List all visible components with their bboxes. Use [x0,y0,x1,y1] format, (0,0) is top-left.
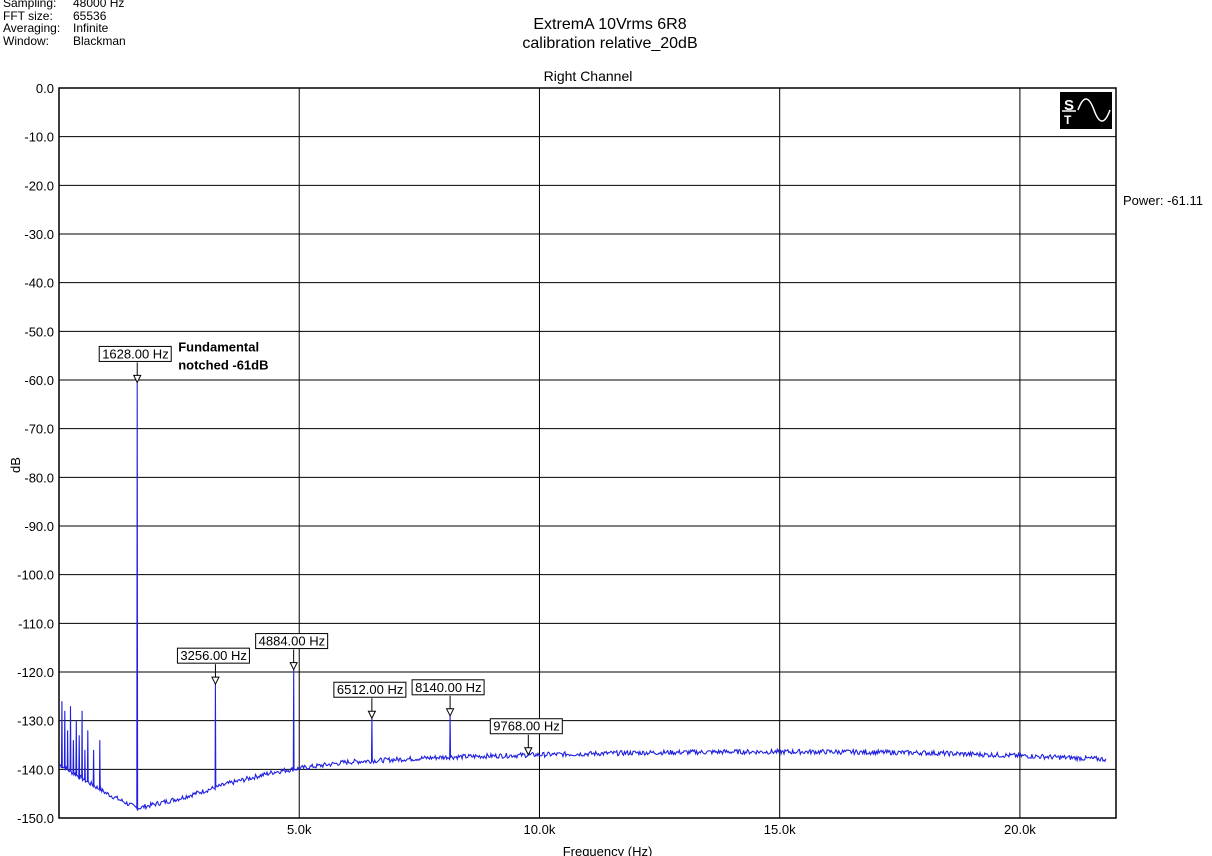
x-tick-labels: 5.0k 10.0k 15.0k 20.0k [287,822,1036,837]
marker-label: 4884.00 Hz [259,634,326,649]
x-axis-label: Frequency (Hz) [563,844,653,856]
marker-arrow [367,710,377,720]
peak-markers: 1628.00 Hz 3256.00 Hz 4884.00 Hz 6512.00 Hz… [98,345,563,756]
plot-frame [58,87,1117,819]
y-tick-label: -120.0 [17,665,54,680]
y-tick-label: -90.0 [24,519,54,534]
marker-label: 3256.00 Hz [180,648,247,663]
y-tick-label: -70.0 [24,422,54,437]
y-tick-label: -20.0 [24,178,54,193]
y-tick-label: -110.0 [18,616,54,631]
fundamental-annotation: Fundamental notched -61dB [178,339,268,372]
peak-marker: 1628.00 Hz [98,345,172,384]
y-tick-label: 0.0 [36,81,54,96]
peak-marker: 3256.00 Hz [176,647,250,686]
spectrum-line [59,382,1107,811]
marker-label: 8140.00 Hz [415,680,482,695]
marker-label: 9768.00 Hz [493,719,559,734]
x-tick-label: 20.0k [1004,822,1036,837]
y-tick-label: -40.0 [24,276,54,291]
marker-arrow [132,374,142,384]
peak-marker: 8140.00 Hz [411,679,485,717]
y-tick-label: -60.0 [24,373,54,388]
marker-arrow [289,662,298,671]
y-tick-label: -30.0 [24,227,54,242]
y-tick-labels: 0.0 -10.0 -20.0 -30.0 -40.0 -50.0 -60.0 -70.0 -8… [17,81,54,826]
y-tick-label: -50.0 [24,324,54,339]
x-tick-label: 15.0k [764,822,796,837]
peak-marker: 6512.00 Hz [333,681,407,720]
y-axis-label: dB [8,457,23,473]
annotation-line-2: notched -61dB [178,357,268,372]
grid-lines [58,87,1117,819]
y-tick-label: -100.0 [17,568,54,583]
marker-arrow [445,708,455,717]
x-tick-label: 10.0k [524,822,556,837]
marker-arrow [211,676,220,686]
marker-label: 6512.00 Hz [337,682,404,697]
y-tick-label: -140.0 [17,762,54,777]
peak-marker: 4884.00 Hz [255,633,329,671]
marker-label: 1628.00 Hz [102,346,169,361]
st-sine-logo-icon: S T [1060,92,1112,129]
svg-text:T: T [1064,113,1072,127]
y-tick-label: -10.0 [24,130,54,145]
x-tick-label: 5.0k [287,822,312,837]
peak-marker: 9768.00 Hz [489,718,563,756]
y-tick-label: -80.0 [24,470,54,485]
annotation-line-1: Fundamental [178,339,259,354]
spectrum-trace [59,382,1107,811]
y-tick-label: -130.0 [17,714,54,729]
y-tick-label: -150.0 [17,811,54,826]
spectrum-chart: 0.0 -10.0 -20.0 -30.0 -40.0 -50.0 -60.0 -70.0 -8… [8,81,1117,856]
